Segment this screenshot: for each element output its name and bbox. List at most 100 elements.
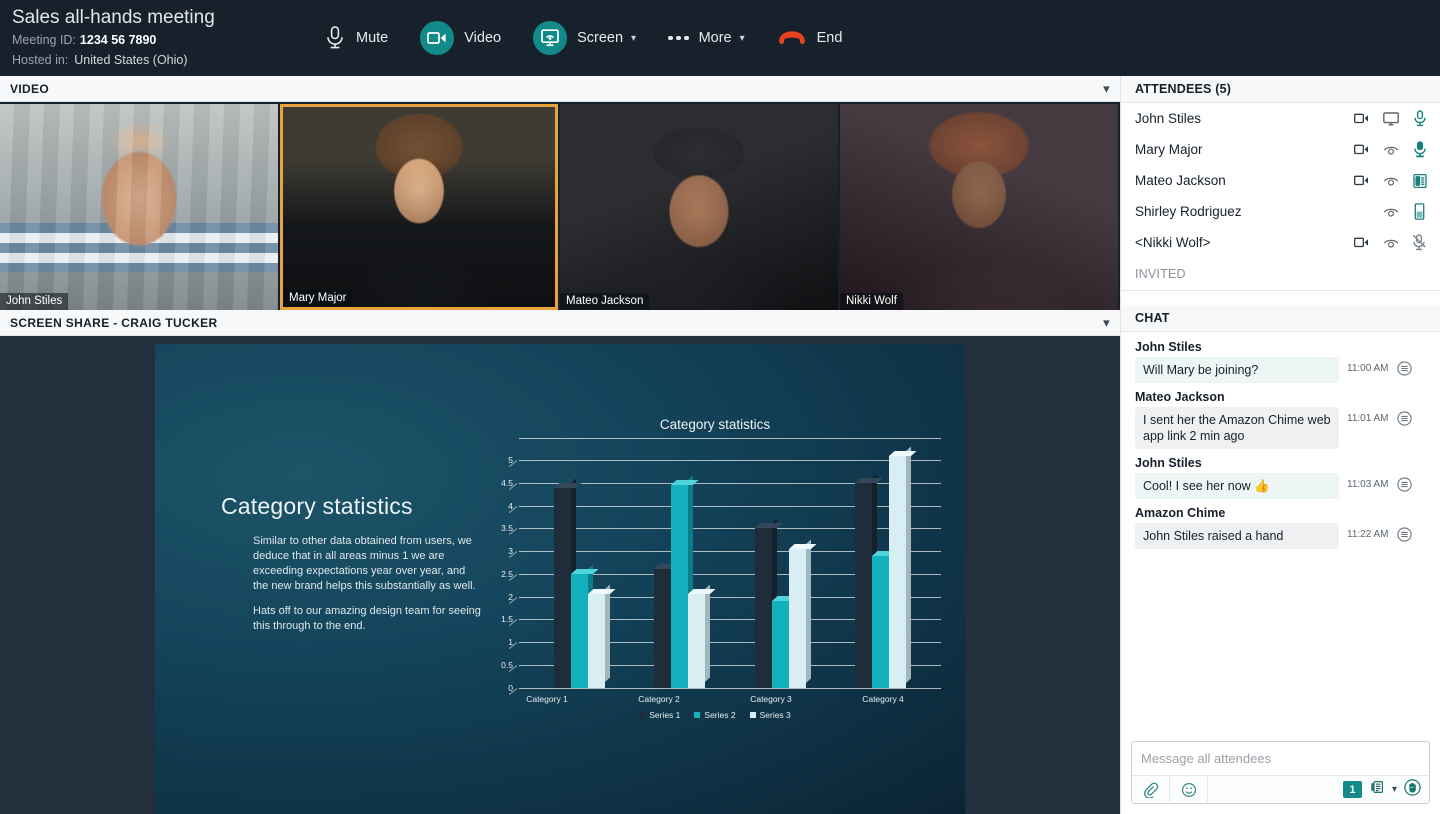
- screen-share-icon: [541, 29, 559, 46]
- chart-title: Category statistics: [659, 416, 771, 432]
- message-options-icon[interactable]: [1396, 477, 1412, 492]
- screen-share-button[interactable]: Screen ▾: [517, 0, 652, 76]
- eye-presence-icon[interactable]: [1382, 141, 1399, 158]
- attach-file-button[interactable]: [1132, 775, 1170, 804]
- chart-legend-swatch: [639, 711, 646, 718]
- video-camera-icon[interactable]: [1353, 172, 1370, 189]
- chart-bar: [855, 473, 883, 688]
- end-meeting-button[interactable]: End: [761, 0, 859, 76]
- message-options-icon[interactable]: [1396, 361, 1412, 376]
- slide-chart: Category statistics 0 0.5 1 1.5 2 2.5 3 3.5 4 4.5…: [481, 417, 949, 722]
- chart-bar-group: [553, 438, 616, 688]
- screenshare-section-bar[interactable]: SCREEN SHARE - CRAIG TUCKER ▾: [0, 310, 1120, 336]
- invited-section-header: INVITED: [1121, 258, 1440, 291]
- chevron-down-icon[interactable]: ▾: [1103, 315, 1110, 331]
- attendee-status-icons: [1353, 110, 1428, 127]
- attendee-name: John Stiles: [1135, 111, 1202, 126]
- shared-slide: Category statistics Similar to other dat…: [155, 344, 965, 814]
- unread-badge[interactable]: 1: [1342, 781, 1362, 798]
- chart-gridline: 0: [508, 683, 941, 695]
- chart-legend-item: Series 1: [639, 710, 680, 720]
- chime-meeting-window: Sales all-hands meeting Meeting ID: 1234 …: [0, 0, 1440, 814]
- chart-bar: [587, 584, 616, 688]
- attendee-row[interactable]: Shirley Rodriguez: [1121, 196, 1440, 227]
- video-tile-nikki-wolf[interactable]: Nikki Wolf: [840, 104, 1118, 310]
- attendee-status-icons: [1353, 172, 1428, 189]
- attendee-row[interactable]: Mary Major: [1121, 134, 1440, 165]
- eye-presence-icon[interactable]: [1382, 172, 1399, 189]
- invited-label: INVITED: [1135, 267, 1186, 281]
- composer-toolbar: 1 ▾: [1132, 775, 1429, 804]
- chevron-down-icon[interactable]: ▾: [1392, 784, 1397, 795]
- chat-message-text: I sent her the Amazon Chime web app link…: [1135, 407, 1339, 449]
- chart-category-label: Category 2: [638, 693, 680, 704]
- screen-share-circle: [533, 21, 568, 55]
- video-tile-mateo-jackson[interactable]: Mateo Jackson: [560, 104, 838, 310]
- empty-status-slot: [1353, 203, 1370, 220]
- mute-button[interactable]: Mute: [308, 0, 404, 76]
- desk-phone-icon[interactable]: [1411, 172, 1428, 189]
- chat-message: John Stiles Cool! I see her now 👍 11:03 AM: [1121, 456, 1440, 499]
- chart-plot-area: 0 0.5 1 1.5 2 2.5 3 3.5 4 4.5 5: [501, 437, 941, 695]
- chat-header: CHAT: [1121, 305, 1440, 332]
- hosted-in-label: Hosted in:: [12, 53, 69, 67]
- screen-share-viewport[interactable]: Category statistics Similar to other dat…: [0, 336, 1120, 814]
- video-camera-icon: [427, 32, 446, 44]
- more-label: More: [698, 30, 732, 46]
- video-camera-icon[interactable]: [1353, 141, 1370, 158]
- video-camera-icon[interactable]: [1353, 234, 1370, 251]
- chevron-down-icon[interactable]: ▾: [1103, 81, 1110, 97]
- chart-legend-label: Series 2: [704, 709, 736, 720]
- chat-composer: Message all attendees 1 ▾: [1121, 733, 1440, 814]
- video-tile-mary-major[interactable]: Mary Major: [280, 104, 558, 310]
- video-section-bar[interactable]: VIDEO ▾: [0, 76, 1120, 102]
- video-tile-john-stiles[interactable]: John Stiles: [0, 104, 278, 310]
- eye-presence-icon[interactable]: [1382, 203, 1399, 220]
- slide-paragraph: Similar to other data obtained from user…: [253, 535, 476, 592]
- meeting-controls: Mute Video Screen ▾ More ▾ End: [308, 0, 858, 76]
- attendee-list-icon[interactable]: [1369, 779, 1385, 800]
- screen-monitor-icon[interactable]: [1382, 110, 1399, 127]
- chevron-down-icon[interactable]: ▾: [631, 33, 636, 44]
- chat-message-time: 11:01 AM: [1347, 413, 1389, 424]
- meeting-body: VIDEO ▾ John Stiles Mary Major Mateo Jac…: [0, 76, 1440, 814]
- chat-message-text: Cool! I see her now 👍: [1135, 473, 1339, 499]
- more-button[interactable]: More ▾: [652, 0, 761, 76]
- chart-category-label: Category 4: [862, 693, 904, 704]
- chat-message-time: 11:03 AM: [1347, 479, 1389, 490]
- video-camera-icon[interactable]: [1353, 110, 1370, 127]
- meeting-id-row: Meeting ID: 1234 56 7890: [12, 31, 300, 50]
- chart-category-label: Category 1: [526, 693, 568, 704]
- mobile-phone-icon[interactable]: [1411, 203, 1428, 220]
- chart-bars: [519, 438, 941, 688]
- slide-heading: Category statistics: [221, 493, 413, 520]
- attendee-row[interactable]: <Nikki Wolf>: [1121, 227, 1440, 258]
- attendee-row[interactable]: John Stiles: [1121, 103, 1440, 134]
- chat-message: John Stiles Will Mary be joining? 11:00 AM: [1121, 340, 1440, 383]
- stage-area: VIDEO ▾ John Stiles Mary Major Mateo Jac…: [0, 76, 1120, 814]
- attendee-row[interactable]: Mateo Jackson: [1121, 165, 1440, 196]
- microphone-muted-icon[interactable]: [1411, 234, 1428, 251]
- message-options-icon[interactable]: [1396, 411, 1412, 426]
- video-tile-label: John Stiles: [0, 293, 69, 310]
- emoji-button[interactable]: [1170, 775, 1208, 804]
- chart-legend-item: Series 3: [749, 710, 791, 720]
- chat-message-author: John Stiles: [1135, 456, 1202, 470]
- chat-message-list[interactable]: John Stiles Will Mary be joining? 11:00 AM…: [1121, 332, 1440, 733]
- chart-legend-swatch: [694, 711, 701, 718]
- composer-right-tools: 1 ▾: [1342, 778, 1429, 801]
- webcam-feed: [560, 104, 838, 310]
- microphone-active-icon[interactable]: [1411, 141, 1428, 158]
- microphone-icon[interactable]: [1411, 110, 1428, 127]
- message-options-icon[interactable]: [1396, 527, 1412, 542]
- eye-presence-icon[interactable]: [1382, 234, 1399, 251]
- chart-bar-group: [654, 438, 716, 688]
- chart-bar: [771, 591, 800, 688]
- attendee-status-icons: [1353, 234, 1428, 251]
- raise-hand-icon[interactable]: [1404, 778, 1421, 801]
- video-button[interactable]: Video: [404, 0, 517, 76]
- chat-message: Mateo Jackson I sent her the Amazon Chime…: [1121, 390, 1440, 449]
- message-input[interactable]: Message all attendees: [1132, 742, 1429, 775]
- chevron-down-icon[interactable]: ▾: [740, 33, 745, 44]
- screen-share-label: Screen: [577, 30, 624, 46]
